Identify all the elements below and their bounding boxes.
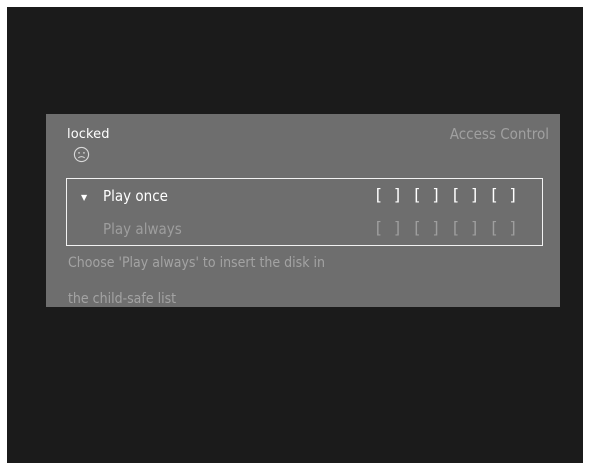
option-play-once[interactable]: ▼ Play once [ ] [ ] [ ] [ ] bbox=[67, 182, 542, 212]
help-text-line: Choose 'Play always' to insert the disk … bbox=[68, 255, 325, 271]
help-text-line: the child-safe list bbox=[68, 291, 177, 307]
lock-status-label: locked bbox=[67, 127, 110, 142]
dialog-title: Access Control bbox=[449, 125, 549, 143]
options-list: ▼ Play once [ ] [ ] [ ] [ ] Play always … bbox=[66, 178, 543, 246]
pin-code-slots[interactable]: [ ] [ ] [ ] [ ] bbox=[374, 218, 519, 237]
tv-screen: locked Access Control ▼ Play once [ ] [ … bbox=[7, 7, 583, 463]
option-play-always[interactable]: Play always [ ] [ ] [ ] [ ] bbox=[67, 215, 542, 245]
sad-face-icon bbox=[73, 146, 90, 163]
access-control-dialog: locked Access Control ▼ Play once [ ] [ … bbox=[46, 114, 560, 307]
option-label: Play once bbox=[103, 187, 168, 205]
option-label: Play always bbox=[103, 220, 182, 238]
selection-arrow-icon: ▼ bbox=[81, 193, 88, 202]
pin-code-slots[interactable]: [ ] [ ] [ ] [ ] bbox=[374, 185, 519, 204]
